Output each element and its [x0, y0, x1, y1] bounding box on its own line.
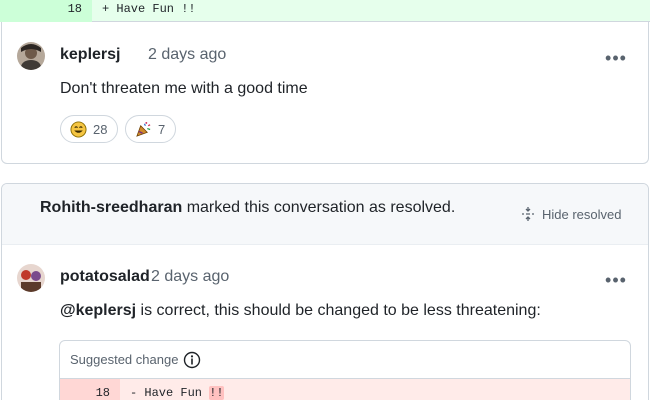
diff-line-removed: 18 - Have Fun !! — [60, 379, 630, 400]
diff-line-added: 18 + Have Fun !! — [0, 0, 650, 22]
comment-timestamp[interactable]: 2 days ago — [148, 46, 226, 64]
fold-icon — [522, 207, 534, 221]
diff-highlight: !! — [209, 386, 224, 400]
comment-author[interactable]: keplersj — [60, 46, 120, 64]
resolver-user[interactable]: Rohith-sreedharan — [40, 199, 182, 216]
diff-line-code: + Have Fun !! — [102, 2, 196, 16]
suggested-change-header: Suggested change — [60, 341, 630, 379]
reaction-count: 7 — [158, 121, 166, 137]
more-options-icon[interactable]: ••• — [603, 49, 629, 68]
review-comment-card: keplersj 2 days ago ••• Don't threaten m… — [1, 22, 649, 164]
comment-timestamp[interactable]: 2 days ago — [151, 268, 229, 286]
diff-line-code: - Have Fun !! — [130, 386, 224, 400]
diff-line-number: 18 — [60, 379, 120, 400]
info-icon[interactable] — [183, 351, 201, 369]
smile-icon — [70, 120, 87, 138]
diff-line-number: 18 — [0, 0, 92, 22]
more-options-icon[interactable]: ••• — [603, 271, 629, 290]
review-thread: Rohith-sreedharan marked this conversati… — [1, 183, 649, 400]
reaction-smile[interactable]: 28 — [60, 115, 119, 143]
hide-resolved-button[interactable]: Hide resolved — [520, 206, 622, 222]
avatar[interactable] — [17, 42, 45, 70]
comment-body: Don't threaten me with a good time — [60, 80, 308, 97]
hide-resolved-label: Hide resolved — [542, 206, 622, 222]
avatar[interactable] — [17, 264, 45, 292]
user-mention-link[interactable]: @keplersj — [60, 302, 136, 319]
party-popper-icon — [136, 121, 151, 137]
reaction-count: 28 — [93, 121, 108, 137]
suggested-change-title: Suggested change — [70, 352, 179, 367]
reaction-tada[interactable]: 7 — [125, 115, 177, 143]
comment-author[interactable]: potatosalad — [60, 268, 150, 286]
comment-body: @keplersj is correct, this should be cha… — [60, 302, 541, 319]
resolved-banner: Rohith-sreedharan marked this conversati… — [2, 184, 648, 245]
resolved-message: Rohith-sreedharan marked this conversati… — [40, 199, 456, 216]
suggested-change-box: Suggested change 18 - Have Fun !! — [59, 340, 631, 400]
